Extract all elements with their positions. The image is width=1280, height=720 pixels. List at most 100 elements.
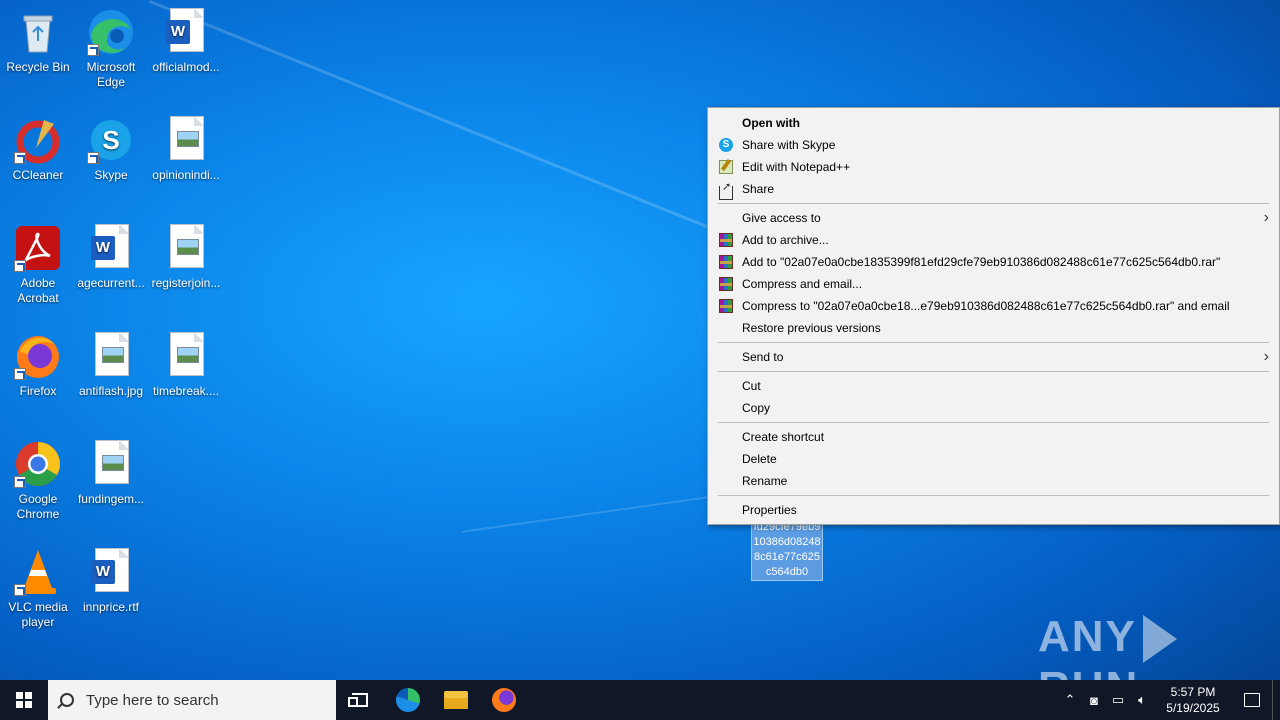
desktop-icon-officialmod[interactable]: W officialmod... — [148, 2, 224, 75]
start-button[interactable] — [0, 680, 48, 720]
watermark-text-left: ANY — [1038, 612, 1137, 661]
desktop-icon-antiflash[interactable]: antiflash.jpg — [73, 326, 149, 399]
menu-item-label: Delete — [742, 452, 777, 466]
shortcut-arrow-icon — [14, 260, 26, 272]
desktop-icon-label: Google Chrome — [16, 492, 60, 521]
menu-separator — [718, 203, 1269, 204]
folder-icon — [444, 691, 468, 709]
desktop-icon-label: innprice.rtf — [82, 600, 140, 614]
desktop-icon-fundingem[interactable]: fundingem... — [73, 434, 149, 507]
menu-item-cut[interactable]: Cut — [708, 375, 1279, 397]
desktop-icon-label: VLC media player — [8, 600, 68, 629]
desktop-icon-ccleaner[interactable]: CCleaner — [0, 110, 76, 183]
menu-item-label: Share — [742, 182, 775, 196]
desktop-icon-agecurrent[interactable]: W agecurrent... — [73, 218, 149, 291]
menu-item-rename[interactable]: Rename — [708, 470, 1279, 492]
word-doc-icon: W — [87, 548, 135, 596]
firefox-icon — [492, 688, 516, 712]
menu-item-open-with[interactable]: Open with — [708, 112, 1279, 134]
menu-item-compress-to-rar-and-email[interactable]: Compress to "02a07e0a0cbe18...e79eb91038… — [708, 295, 1279, 317]
selected-file-icon-label[interactable]: fd29cfe79eb9 10386d08248 8c61e77c625 c56… — [751, 519, 823, 581]
desktop-icon-label: officialmod... — [152, 60, 220, 74]
word-doc-icon: W — [87, 224, 135, 272]
menu-item-label: Cut — [742, 379, 761, 393]
desktop-icon-label: registerjoin... — [151, 276, 221, 290]
menu-item-properties[interactable]: Properties — [708, 499, 1279, 521]
desktop-icon-timebreak[interactable]: timebreak.... — [148, 326, 224, 399]
desktop-icon-label: agecurrent... — [77, 276, 145, 290]
volume-icon[interactable]: 🔈︎ — [1130, 692, 1154, 708]
menu-item-delete[interactable]: Delete — [708, 448, 1279, 470]
desktop-icon-label: timebreak.... — [152, 384, 220, 398]
desktop-icon-recycle-bin[interactable]: Recycle Bin — [0, 2, 76, 75]
desktop-icon-label: Firefox — [19, 384, 57, 398]
task-view-icon — [348, 693, 368, 707]
network-icon[interactable]: ▭ — [1106, 692, 1130, 708]
desktop-icon-firefox[interactable]: Firefox — [0, 326, 76, 399]
notification-center-button[interactable] — [1232, 693, 1272, 707]
clock-date: 5/19/2025 — [1166, 701, 1220, 715]
word-doc-icon: W — [162, 8, 210, 56]
context-menu: Open with S Share with Skype Edit with No… — [707, 107, 1280, 525]
desktop-icon-label: opinionindi... — [152, 168, 220, 182]
menu-item-create-shortcut[interactable]: Create shortcut — [708, 426, 1279, 448]
image-file-icon — [162, 116, 210, 164]
menu-item-share[interactable]: Share — [708, 176, 1279, 200]
menu-item-add-to-rar[interactable]: Add to "02a07e0a0cbe1835399f81efd29cfe79… — [708, 251, 1279, 273]
desktop-icon-microsoft-edge[interactable]: Microsoft Edge — [73, 2, 149, 90]
image-file-icon — [162, 224, 210, 272]
task-view-button[interactable] — [336, 680, 384, 720]
desktop-icon-label: Skype — [94, 168, 128, 182]
menu-separator — [718, 495, 1269, 496]
desktop-icon-opinionindi[interactable]: opinionindi... — [148, 110, 224, 183]
taskbar-search-box[interactable]: Type here to search — [48, 680, 336, 720]
meet-now-icon[interactable]: ◙ — [1082, 693, 1106, 708]
taskbar-edge-button[interactable] — [384, 680, 432, 720]
menu-item-add-to-archive[interactable]: Add to archive... — [708, 229, 1279, 251]
desktop-icon-vlc[interactable]: VLC media player — [0, 542, 76, 630]
show-desktop-button[interactable] — [1272, 680, 1280, 720]
taskbar-firefox-button[interactable] — [480, 680, 528, 720]
menu-item-label: Rename — [742, 474, 788, 488]
menu-item-share-with-skype[interactable]: S Share with Skype — [708, 134, 1279, 156]
desktop-icon-google-chrome[interactable]: Google Chrome — [0, 434, 76, 522]
shortcut-arrow-icon — [14, 368, 26, 380]
chrome-icon — [14, 440, 62, 488]
desktop-icon-label: Microsoft Edge — [86, 60, 136, 89]
menu-item-edit-with-notepad-plus-plus[interactable]: Edit with Notepad++ — [708, 156, 1279, 178]
desktop-icon-label: Adobe Acrobat — [17, 276, 59, 305]
svg-text:S: S — [102, 125, 119, 155]
submenu-arrow-icon: › — [1263, 348, 1269, 365]
taskbar-file-explorer-button[interactable] — [432, 680, 480, 720]
desktop-icon-label: antiflash.jpg — [78, 384, 144, 398]
skype-icon: S — [719, 138, 733, 152]
clock-time: 5:57 PM — [1170, 685, 1216, 699]
chevron-up-icon[interactable]: ⌃ — [1058, 692, 1082, 708]
menu-item-label: Restore previous versions — [742, 321, 881, 335]
desktop-icon-registerjoin[interactable]: registerjoin... — [148, 218, 224, 291]
desktop-icon-adobe-acrobat[interactable]: Adobe Acrobat — [0, 218, 76, 306]
image-file-icon — [87, 332, 135, 380]
menu-item-copy[interactable]: Copy — [708, 397, 1279, 419]
menu-separator — [718, 371, 1269, 372]
menu-item-send-to[interactable]: Send to › — [708, 346, 1279, 368]
taskbar-clock[interactable]: 5:57 PM 5/19/2025 — [1154, 684, 1232, 716]
menu-item-restore-previous-versions[interactable]: Restore previous versions — [708, 317, 1279, 339]
menu-item-give-access-to[interactable]: Give access to › — [708, 207, 1279, 229]
acrobat-icon — [14, 224, 62, 272]
wallpaper-beam — [148, 0, 800, 266]
menu-separator — [718, 422, 1269, 423]
desktop-icon-skype[interactable]: S Skype — [73, 110, 149, 183]
menu-item-label: Properties — [742, 503, 797, 517]
menu-item-label: Edit with Notepad++ — [742, 160, 851, 174]
menu-item-compress-and-email[interactable]: Compress and email... — [708, 273, 1279, 295]
desktop-icon-label: fundingem... — [77, 492, 145, 506]
menu-item-label: Compress and email... — [742, 277, 863, 291]
share-icon — [719, 176, 733, 200]
menu-separator — [718, 342, 1269, 343]
edge-icon — [396, 688, 420, 712]
desktop-icon-innprice[interactable]: W innprice.rtf — [73, 542, 149, 615]
firefox-icon — [14, 332, 62, 380]
shortcut-arrow-icon — [87, 44, 99, 56]
skype-icon: S — [87, 116, 135, 164]
